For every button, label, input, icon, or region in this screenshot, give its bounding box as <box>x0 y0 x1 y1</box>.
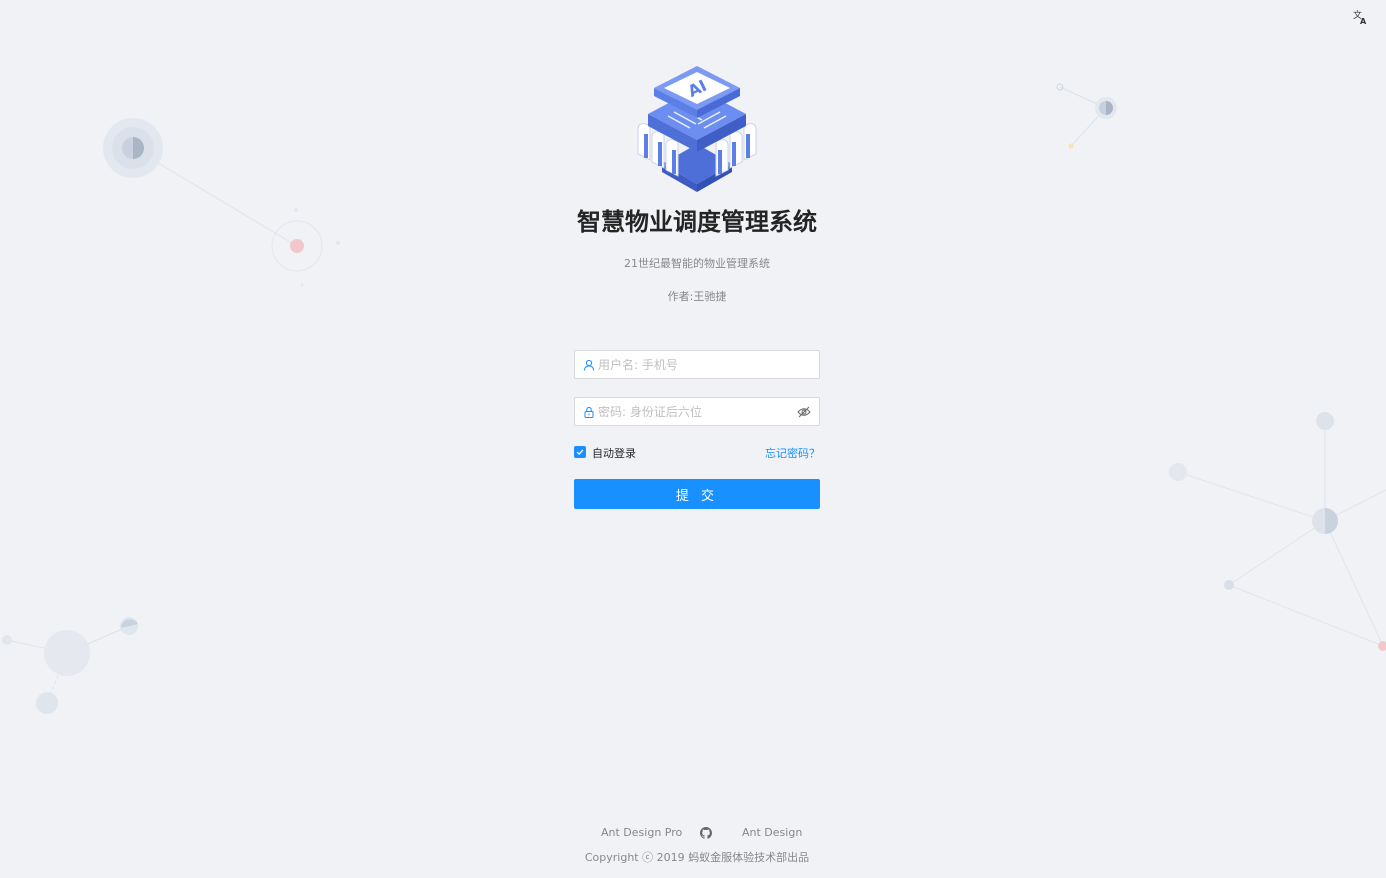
eye-invisible-icon[interactable] <box>797 405 811 419</box>
submit-button[interactable]: 提 交 <box>574 479 820 509</box>
footer-link-ant-design[interactable]: Ant Design <box>742 826 802 839</box>
user-icon <box>583 359 595 371</box>
translate-icon[interactable]: 文 A <box>1352 9 1368 25</box>
login-options: 自动登录 忘记密码？ <box>574 445 820 461</box>
password-input[interactable] <box>598 401 797 422</box>
author-text: 作者:王驰捷 <box>667 290 727 303</box>
github-icon[interactable] <box>700 827 712 839</box>
footer-links: Ant Design Pro Ant Design <box>560 826 834 842</box>
app-title: 智慧物业调度管理系统 <box>577 208 817 236</box>
login-page: 文 A AI 智慧物业调度管理系统 21世纪最智能的物业管理系统 作者:王驰捷 … <box>0 0 1386 878</box>
svg-text:A: A <box>1360 17 1367 25</box>
check-icon <box>576 449 584 456</box>
remember-me-checkbox[interactable] <box>574 446 586 458</box>
footer-link-ant-design-pro[interactable]: Ant Design Pro <box>601 826 682 839</box>
remember-me-label[interactable]: 自动登录 <box>592 445 636 461</box>
username-input[interactable] <box>598 354 819 375</box>
lock-icon <box>583 406 595 418</box>
password-field[interactable] <box>574 397 820 426</box>
ai-chip-logo-icon: AI <box>637 66 757 192</box>
username-field[interactable] <box>574 350 820 379</box>
app-subtitle: 21世纪最智能的物业管理系统 <box>624 257 770 270</box>
copyright-text: Copyright ⓒ 2019 蚂蚁金服体验技术部出品 <box>584 851 810 864</box>
forgot-password-link[interactable]: 忘记密码？ <box>765 445 820 461</box>
